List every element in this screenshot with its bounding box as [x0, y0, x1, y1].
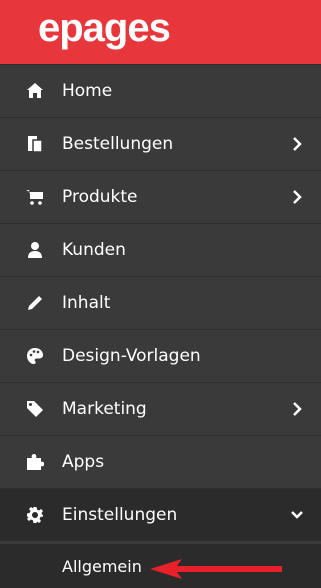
- chevron-right-icon: [293, 137, 302, 151]
- sidebar-item-label: Apps: [62, 452, 105, 472]
- sidebar-item-marketing[interactable]: Marketing: [0, 382, 321, 435]
- sidebar-item-label: Inhalt: [62, 293, 111, 313]
- header-bar: epages: [0, 0, 321, 64]
- orders-icon: [28, 136, 43, 153]
- chevron-right-icon: [293, 402, 302, 416]
- chevron-right-icon: [293, 190, 302, 204]
- sidebar-item-inhalt[interactable]: Inhalt: [0, 276, 321, 329]
- sidebar-item-label: Design-Vorlagen: [62, 346, 201, 366]
- submenu-einstellungen: Allgemein: [0, 544, 321, 588]
- sidebar-item-bestellungen[interactable]: Bestellungen: [0, 117, 321, 170]
- sidebar-item-label: Produkte: [62, 187, 138, 207]
- gear-icon: [27, 507, 43, 523]
- puzzle-icon: [27, 454, 44, 470]
- sidebar-item-label: Kunden: [62, 240, 126, 260]
- sidebar-item-label: Marketing: [62, 399, 147, 419]
- sidebar-item-produkte[interactable]: Produkte: [0, 170, 321, 223]
- epages-logo[interactable]: epages: [38, 4, 171, 52]
- user-icon: [28, 242, 42, 258]
- palette-icon: [27, 348, 43, 364]
- sidebar-item-apps[interactable]: Apps: [0, 435, 321, 488]
- chevron-down-icon: [291, 511, 303, 519]
- pencil-icon: [28, 296, 42, 310]
- submenu-item-allgemein[interactable]: Allgemein: [62, 556, 142, 578]
- sidebar-item-home[interactable]: Home: [0, 64, 321, 117]
- annotation-arrow-icon: [150, 559, 282, 579]
- sidebar-item-label: Home: [62, 81, 113, 101]
- sidebar-item-einstellungen[interactable]: Einstellungen: [0, 488, 321, 541]
- cart-icon: [26, 190, 43, 205]
- sidebar-item-label: Bestellungen: [62, 134, 174, 154]
- sidebar-item-label: Einstellungen: [62, 505, 178, 525]
- home-icon: [27, 83, 43, 98]
- sidebar-nav: Home Bestellungen Produkte Kunden Inhalt…: [0, 64, 321, 541]
- sidebar-item-kunden[interactable]: Kunden: [0, 223, 321, 276]
- tag-icon: [27, 401, 43, 417]
- sidebar-item-design-vorlagen[interactable]: Design-Vorlagen: [0, 329, 321, 382]
